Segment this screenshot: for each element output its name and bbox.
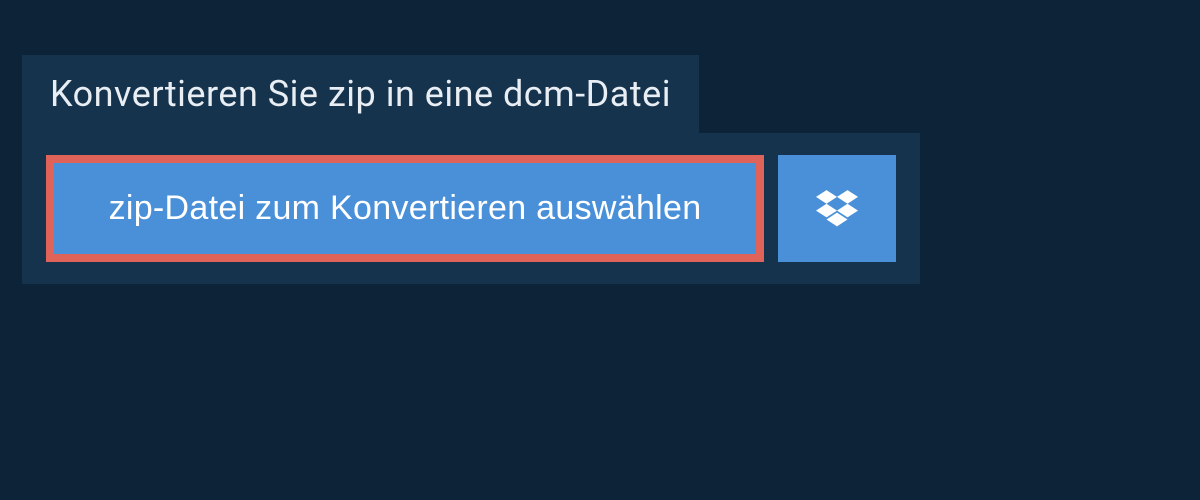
dropbox-button[interactable]	[778, 155, 896, 262]
upload-section: zip-Datei zum Konvertieren auswählen	[22, 133, 920, 284]
header-bar: Konvertieren Sie zip in eine dcm-Datei	[22, 55, 699, 133]
page-title: Konvertieren Sie zip in eine dcm-Datei	[50, 73, 671, 115]
dropbox-icon	[816, 188, 858, 230]
select-file-button[interactable]: zip-Datei zum Konvertieren auswählen	[46, 155, 764, 262]
select-file-label: zip-Datei zum Konvertieren auswählen	[109, 189, 702, 227]
